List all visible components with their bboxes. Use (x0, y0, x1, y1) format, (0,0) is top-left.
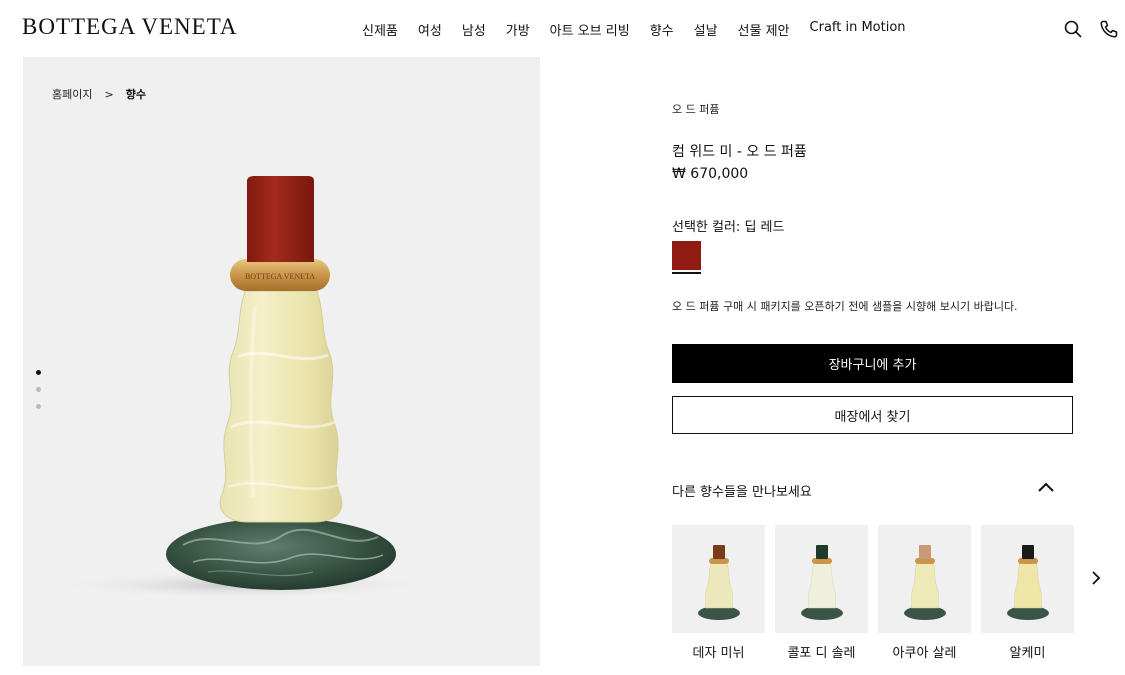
product-price: ₩ 670,000 (672, 166, 749, 182)
related-item-name: 데자 미뉘 (692, 646, 745, 661)
related-item-name: 콜포 디 솔레 (787, 646, 856, 661)
related-item-image (878, 525, 971, 633)
selected-color-label: 선택한 컬러: 딥 레드 (672, 220, 785, 235)
swatch-selected-indicator (672, 272, 701, 274)
site-header: BOTTEGA VENETA 신제품 여성 남성 가방 아트 오브 리빙 향수 … (0, 0, 1125, 58)
nav-item-art-of-living[interactable]: 아트 오브 리빙 (540, 20, 640, 39)
search-icon[interactable] (1063, 19, 1083, 39)
related-item[interactable]: 알케미 (981, 525, 1074, 661)
related-item[interactable]: 아쿠아 살레 (878, 525, 971, 661)
gallery-pagination (36, 370, 41, 409)
chevron-right-icon[interactable] (1088, 569, 1104, 587)
related-item-name: 알케미 (1009, 646, 1046, 661)
related-item-image (775, 525, 868, 633)
chevron-right-icon: > (104, 87, 114, 101)
nav-item-fragrance[interactable]: 향수 (640, 20, 684, 39)
nav-item-lunar-new-year[interactable]: 설날 (684, 20, 728, 39)
nav-item-gifts[interactable]: 선물 제안 (728, 20, 800, 39)
related-products: 데자 미뉘 콜포 디 솔레 아쿠아 살레 알케미 (672, 525, 1074, 661)
nav-item-craft-in-motion[interactable]: Craft in Motion (800, 20, 916, 39)
nav-item-women[interactable]: 여성 (408, 20, 452, 39)
find-in-store-button[interactable]: 매장에서 찾기 (672, 396, 1073, 434)
related-item[interactable]: 콜포 디 솔레 (775, 525, 868, 661)
main-nav: 신제품 여성 남성 가방 아트 오브 리빙 향수 설날 선물 제안 Craft … (352, 20, 916, 39)
add-to-cart-button[interactable]: 장바구니에 추가 (672, 344, 1073, 383)
nav-item-men[interactable]: 남성 (452, 20, 496, 39)
phone-icon[interactable] (1099, 19, 1119, 39)
nav-item-bags[interactable]: 가방 (496, 20, 540, 39)
related-item-image (672, 525, 765, 633)
breadcrumb: 홈페이지 > 향수 (52, 86, 146, 102)
color-swatch-deep-red[interactable] (672, 241, 701, 270)
related-item[interactable]: 데자 미뉘 (672, 525, 765, 661)
gallery-dot-1[interactable] (36, 370, 41, 375)
product-gallery[interactable]: BOTTEGA VENETA 홈페이지 > 향수 (23, 57, 540, 666)
related-section-heading: 다른 향수들을 만나보세요 (672, 485, 812, 500)
bottle-label: BOTTEGA VENETA (245, 272, 315, 281)
gallery-dot-3[interactable] (36, 404, 41, 409)
product-category: 오 드 퍼퓸 (672, 103, 720, 116)
product-title: 컴 위드 미 - 오 드 퍼퓸 (672, 144, 807, 160)
chevron-up-icon[interactable] (1036, 479, 1056, 495)
related-item-name: 아쿠아 살레 (892, 646, 957, 661)
product-image: BOTTEGA VENETA (53, 176, 433, 599)
gallery-dot-2[interactable] (36, 387, 41, 392)
sample-notice: 오 드 퍼퓸 구매 시 패키지를 오픈하기 전에 샘플을 시향해 보시기 바랍니… (672, 300, 1018, 313)
related-item-image (981, 525, 1074, 633)
brand-logo[interactable]: BOTTEGA VENETA (22, 14, 238, 40)
nav-item-new[interactable]: 신제품 (352, 20, 408, 39)
breadcrumb-home[interactable]: 홈페이지 (52, 86, 92, 102)
breadcrumb-current: 향수 (125, 88, 146, 101)
